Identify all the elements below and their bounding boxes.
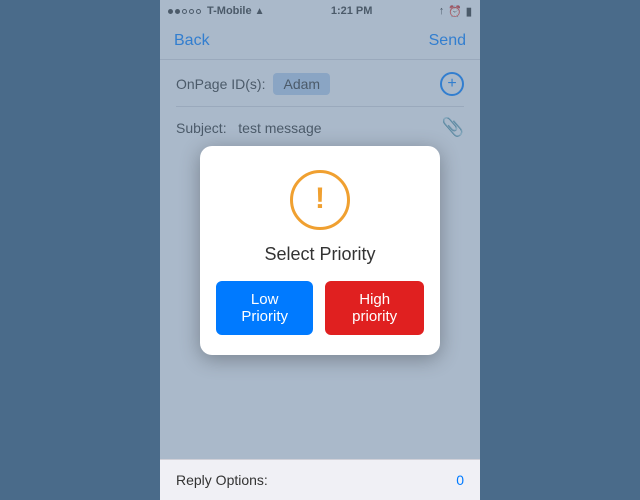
reply-value[interactable]: 0 xyxy=(456,472,464,488)
high-priority-button[interactable]: High priority xyxy=(325,281,424,335)
dialog-title: Select Priority xyxy=(264,244,375,265)
bottom-area: Reply Options: 0 xyxy=(160,459,480,500)
low-priority-button[interactable]: Low Priority xyxy=(216,281,313,335)
phone-screen: T-Mobile ▲ 1:21 PM ↑ ⏰ ▮ Back Send OnPag… xyxy=(160,0,480,500)
exclamation-icon: ! xyxy=(315,184,325,214)
reply-label: Reply Options: xyxy=(176,472,268,488)
modal-overlay: ! Select Priority Low Priority High prio… xyxy=(160,0,480,500)
priority-dialog: ! Select Priority Low Priority High prio… xyxy=(200,146,440,355)
reply-row: Reply Options: 0 xyxy=(176,472,464,488)
priority-icon-circle: ! xyxy=(290,170,350,230)
dialog-buttons: Low Priority High priority xyxy=(216,281,424,335)
